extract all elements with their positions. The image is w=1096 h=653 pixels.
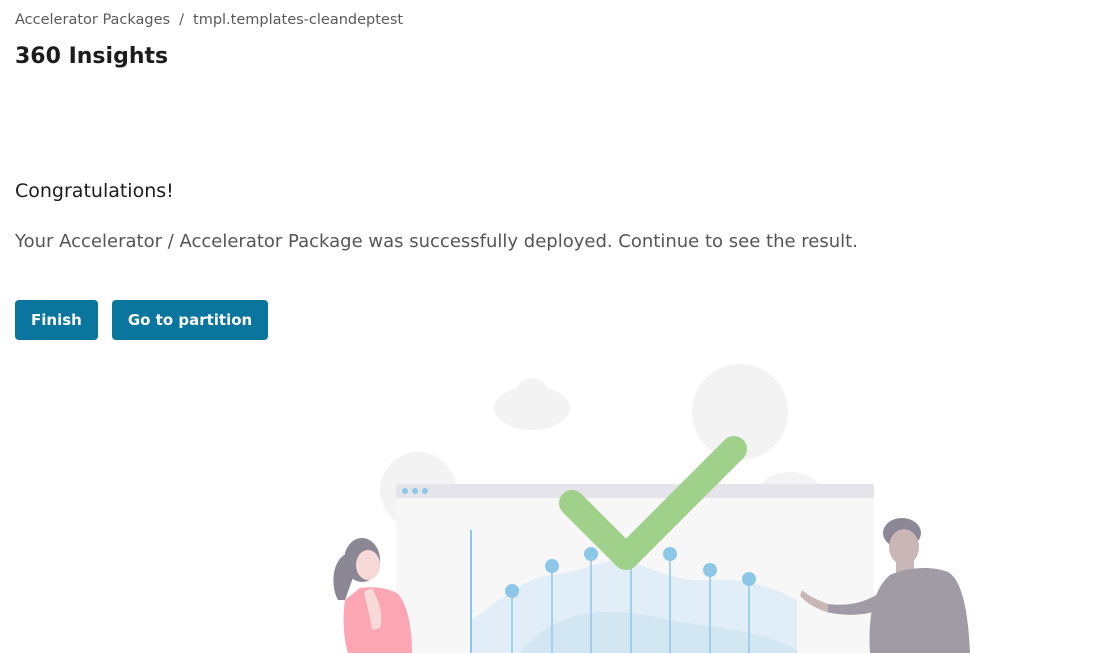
breadcrumb-current: tmpl.templates-cleandeptest <box>193 12 404 28</box>
breadcrumb: Accelerator Packages / tmpl.templates-cl… <box>15 12 403 28</box>
finish-button[interactable]: Finish <box>15 300 98 340</box>
deployment-success-page: Accelerator Packages / tmpl.templates-cl… <box>0 0 1096 653</box>
breadcrumb-accelerator-packages[interactable]: Accelerator Packages <box>15 12 170 28</box>
success-message: Your Accelerator / Accelerator Package w… <box>15 231 858 252</box>
success-heading: Congratulations! <box>15 180 174 202</box>
page-title: 360 Insights <box>15 44 169 69</box>
success-deployment-illustration <box>333 364 970 653</box>
go-to-partition-button[interactable]: Go to partition <box>111 300 269 340</box>
breadcrumb-separator: / <box>179 12 185 28</box>
action-buttons: Finish Go to partition <box>15 300 269 340</box>
